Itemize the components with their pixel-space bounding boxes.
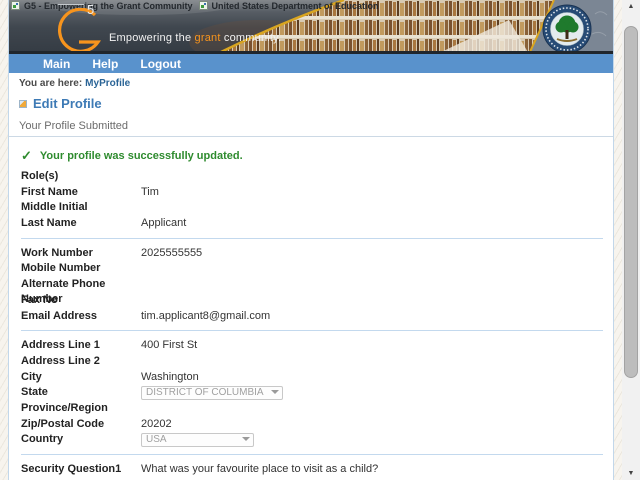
banner: G5 - Empowering the Grant Community Unit… xyxy=(9,0,613,54)
chevron-down-icon xyxy=(271,389,279,396)
field-value: What was your favourite place to visit a… xyxy=(141,463,379,475)
checkmark-icon: ✓ xyxy=(21,148,32,163)
field-label: Address Line 1 xyxy=(21,339,100,352)
page-content: You are here: MyProfile Edit Profile Your… xyxy=(9,73,613,480)
field-label: Country xyxy=(21,433,64,446)
banner-tagline: Empowering the grant community. xyxy=(109,32,282,44)
field-label: Fax No xyxy=(21,293,58,306)
field-row: City Washington xyxy=(19,370,607,386)
field-label: State xyxy=(21,386,48,399)
heading-bullet-icon xyxy=(19,99,27,108)
field-label: Alternate Phone Number xyxy=(21,278,106,306)
field-label: Last Name xyxy=(21,217,77,230)
g5-logo-icon xyxy=(57,8,102,51)
section-divider xyxy=(21,330,603,332)
g5-logo-five: 5 xyxy=(57,2,95,17)
select-value: DISTRICT OF COLUMBIA xyxy=(146,387,264,399)
field-row: Country USA xyxy=(19,432,607,448)
field-value: 2025555555 xyxy=(141,246,203,259)
image-placeholder-icon xyxy=(198,1,208,10)
section-divider xyxy=(21,454,603,455)
department-of-education-seal xyxy=(542,4,592,51)
nav-bar: Main Help Logout xyxy=(9,54,613,73)
success-message: ✓ Your profile was successfully updated. xyxy=(21,148,607,164)
field-label: City xyxy=(21,370,42,383)
field-row: Province/Region xyxy=(19,401,607,417)
scrollbar-thumb[interactable] xyxy=(624,26,638,378)
nav-item-help[interactable]: Help xyxy=(92,57,118,71)
field-row: First Name Tim xyxy=(19,185,607,201)
breadcrumb: You are here: MyProfile xyxy=(19,78,607,89)
success-text: Your profile was successfully updated. xyxy=(39,150,243,162)
field-row: Mobile Number xyxy=(19,261,607,277)
profile-fields: Role(s) First Name Tim Middle Initial Last N… xyxy=(19,169,607,480)
field-row: Address Line 1 400 First St xyxy=(19,338,607,354)
field-value: Washington xyxy=(141,370,199,383)
field-value: 20202 xyxy=(141,417,172,430)
field-row: Alternate Phone Number xyxy=(19,277,607,306)
scroll-up-icon[interactable]: ▲ xyxy=(622,3,640,10)
field-row: Last Name Applicant xyxy=(19,216,607,232)
page-subheading: Your Profile Submitted xyxy=(19,120,129,132)
section-divider xyxy=(21,237,603,239)
field-row: State DISTRICT OF COLUMBIA xyxy=(19,385,607,401)
country-select[interactable]: USA xyxy=(141,432,254,447)
field-row: Fax No xyxy=(19,293,607,309)
page-title: Edit Profile xyxy=(33,96,102,111)
page-heading: Edit Profile xyxy=(19,96,607,111)
field-label: Work Number xyxy=(21,246,93,259)
vertical-scrollbar[interactable]: ▲ ▼ xyxy=(622,0,640,480)
chevron-down-icon xyxy=(242,436,250,443)
divider xyxy=(9,136,613,137)
field-label: Role(s) xyxy=(21,170,59,182)
scroll-down-icon[interactable]: ▼ xyxy=(622,470,640,477)
field-label: First Name xyxy=(21,185,78,198)
field-label: Security Question1 xyxy=(21,463,122,475)
breadcrumb-prefix: You are here: xyxy=(19,78,83,89)
nav-item-main[interactable]: Main xyxy=(43,57,70,71)
field-label: Province/Region xyxy=(21,401,108,414)
field-value: Tim xyxy=(141,185,159,198)
field-row: Role(s) xyxy=(19,169,607,185)
select-value: USA xyxy=(146,434,167,446)
field-value: Applicant xyxy=(141,217,187,230)
image-placeholder-icon xyxy=(11,1,20,10)
field-value: tim.applicant8@gmail.com xyxy=(141,309,271,322)
field-row: Middle Initial xyxy=(19,200,607,216)
field-row: Zip/Postal Code 20202 xyxy=(19,417,607,433)
breadcrumb-link-myprofile[interactable]: MyProfile xyxy=(85,78,130,89)
field-label: Address Line 2 xyxy=(21,354,100,367)
field-label: Email Address xyxy=(21,309,98,322)
nav-item-logout[interactable]: Logout xyxy=(140,57,181,71)
field-value: 400 First St xyxy=(141,339,198,352)
field-row: Work Number 2025555555 xyxy=(19,246,607,262)
window-title-right: United States Department of Education xyxy=(211,0,379,11)
state-select[interactable]: DISTRICT OF COLUMBIA xyxy=(141,385,283,400)
main-window: G5 - Empowering the Grant Community Unit… xyxy=(8,0,614,480)
field-label: Middle Initial xyxy=(21,201,88,214)
field-label: Mobile Number xyxy=(21,262,101,275)
field-row: Email Address tim.applicant8@gmail.com xyxy=(19,309,607,325)
field-row: Address Line 2 xyxy=(19,354,607,370)
field-row: Security Question1 What was your favourit… xyxy=(19,462,607,478)
field-label: Zip/Postal Code xyxy=(21,417,105,430)
